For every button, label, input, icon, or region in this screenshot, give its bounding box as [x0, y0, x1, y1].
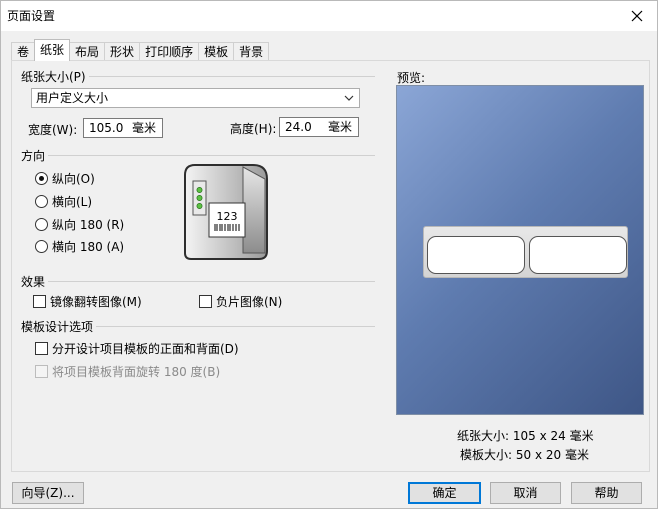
tab-roll[interactable]: 卷 — [11, 42, 36, 61]
effects-group-title: 效果 — [21, 273, 49, 290]
help-button[interactable]: 帮助 — [571, 482, 642, 504]
height-label: 高度(H): — [230, 122, 277, 136]
paper-size-info: 纸张大小: 105 x 24 毫米 — [457, 429, 594, 443]
checkbox-label: 负片图像(N) — [216, 295, 283, 309]
radio-indicator — [35, 195, 48, 208]
tab-background[interactable]: 背景 — [233, 42, 270, 61]
preview-label-template — [529, 236, 627, 274]
height-unit: 毫米 — [327, 120, 352, 134]
checkbox-label: 分开设计项目模板的正面和背面(D) — [52, 342, 239, 356]
radio-indicator — [35, 218, 48, 231]
radio-label: 纵向(O) — [52, 172, 95, 186]
orientation-landscape-radio[interactable]: 横向(L) — [35, 193, 92, 210]
preview-label: 预览: — [397, 71, 426, 85]
tab-layout[interactable]: 布局 — [69, 42, 106, 61]
dialog-title: 页面设置 — [7, 9, 56, 23]
radio-indicator — [35, 240, 48, 253]
tab-strip: 卷 纸张 布局 形状 打印顺序 模板 背景 — [11, 39, 270, 61]
checkbox-box — [33, 295, 46, 308]
close-button[interactable] — [617, 1, 657, 31]
orientation-group-title: 方向 — [21, 147, 49, 164]
radio-label: 横向 180 (A) — [52, 240, 125, 254]
checkbox-box — [35, 365, 48, 378]
separate-front-back-checkbox[interactable]: 分开设计项目模板的正面和背面(D) — [35, 340, 239, 357]
paper-size-group-title: 纸张大小(P) — [21, 68, 89, 85]
preview-pane — [396, 85, 644, 415]
close-icon — [631, 10, 643, 22]
group-divider — [21, 155, 375, 156]
tab-template[interactable]: 模板 — [198, 42, 235, 61]
title-bar: 页面设置 — [1, 1, 657, 31]
paper-size-select[interactable]: 用户定义大小 — [31, 88, 360, 108]
template-size-info: 模板大小: 50 x 20 毫米 — [460, 448, 589, 462]
checkbox-label: 镜像翻转图像(M) — [50, 295, 142, 309]
radio-label: 纵向 180 (R) — [52, 218, 125, 232]
height-field[interactable]: 24.0 毫米 — [279, 117, 359, 137]
checkbox-box — [35, 342, 48, 355]
cancel-button[interactable]: 取消 — [490, 482, 561, 504]
orientation-portrait-180-radio[interactable]: 纵向 180 (R) — [35, 216, 124, 233]
group-divider — [21, 281, 375, 282]
chevron-down-icon — [344, 95, 354, 101]
negative-image-checkbox[interactable]: 负片图像(N) — [199, 293, 282, 310]
tab-paper[interactable]: 纸张 — [34, 39, 71, 61]
radio-selected-indicator — [35, 172, 48, 185]
label-printer-illustration: 123 — [184, 164, 268, 260]
wizard-button[interactable]: 向导(Z)... — [12, 482, 84, 504]
ok-button[interactable]: 确定 — [408, 482, 481, 504]
tab-print-order[interactable]: 打印顺序 — [139, 42, 200, 61]
preview-paper-strip — [423, 226, 628, 278]
radio-label: 横向(L) — [52, 195, 93, 209]
height-value: 24.0 — [285, 120, 312, 134]
tab-shape[interactable]: 形状 — [104, 42, 141, 61]
orientation-landscape-180-radio[interactable]: 横向 180 (A) — [35, 238, 124, 255]
width-unit: 毫米 — [131, 121, 156, 135]
page-setup-dialog: 页面设置 卷 纸张 布局 形状 打印顺序 模板 背景 纸张大小(P) 用户定义大… — [0, 0, 658, 509]
checkbox-label: 将项目模板背面旋转 180 度(B) — [52, 365, 221, 379]
paper-size-selected: 用户定义大小 — [36, 91, 109, 105]
checkbox-box — [199, 295, 212, 308]
template-options-group-title: 模板设计选项 — [21, 318, 97, 335]
width-label: 宽度(W): — [28, 123, 78, 137]
width-field[interactable]: 105.0 毫米 — [83, 118, 163, 138]
preview-label-template — [427, 236, 525, 274]
rotate-back-180-checkbox[interactable]: 将项目模板背面旋转 180 度(B) — [35, 363, 220, 380]
orientation-portrait-radio[interactable]: 纵向(O) — [35, 170, 95, 187]
mirror-image-checkbox[interactable]: 镜像翻转图像(M) — [33, 293, 142, 310]
width-value: 105.0 — [89, 121, 124, 135]
printer-label-number: 123 — [217, 210, 238, 223]
